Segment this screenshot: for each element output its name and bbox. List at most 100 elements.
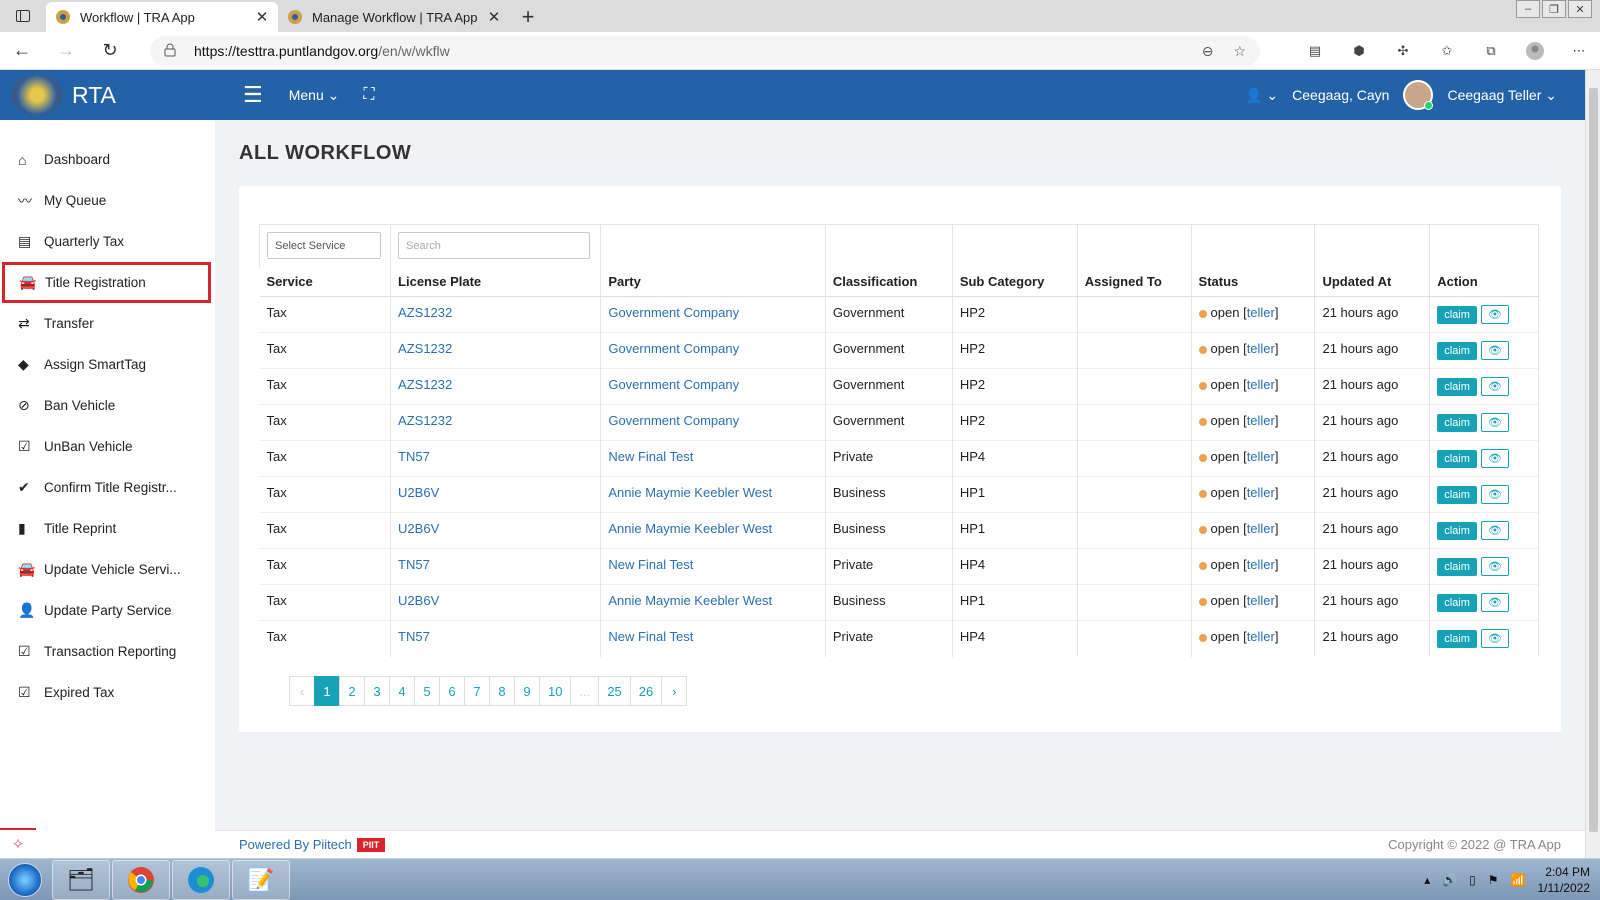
show-hidden-icons-icon[interactable]: ▴ [1424,873,1430,887]
page-link[interactable]: 6 [439,676,465,706]
license-plate-link[interactable]: TN57 [398,557,430,572]
sidebar-item-update-vehicle-service[interactable]: 🚘 Update Vehicle Servi... [0,549,215,590]
sidebar-item-expired-tax[interactable]: ☑ Expired Tax [0,672,215,713]
close-tab-icon[interactable]: ✕ [486,8,502,26]
license-plate-link[interactable]: AZS1232 [398,413,452,428]
extensions-icon[interactable]: ✣ [1392,40,1414,62]
scrollbar-thumb[interactable] [1589,88,1598,832]
party-link[interactable]: Government Company [608,377,739,392]
avatar[interactable] [1403,80,1434,110]
view-eye-icon[interactable]: 👁 [1480,341,1509,360]
close-tab-icon[interactable]: ✕ [254,8,270,26]
fullscreen-icon[interactable]: ⛶ [363,86,374,104]
page-link[interactable]: 7 [464,676,490,706]
edge-icon[interactable] [172,859,230,900]
sidebar-item-assign-smarttag[interactable]: ◆ Assign SmartTag [0,344,215,385]
close-window-icon[interactable]: ✕ [1568,0,1592,18]
sidebar-item-title-reprint[interactable]: ▮ Title Reprint [0,508,215,549]
brand[interactable]: RTA [0,70,215,120]
add-favorite-icon[interactable]: ☆ [1233,43,1246,60]
column-header[interactable]: Classification [825,266,953,297]
device-icon[interactable]: ▯ [1469,873,1476,887]
sidebar-item-update-party-service[interactable]: 👤 Update Party Service [0,590,215,631]
claim-button[interactable]: claim [1437,557,1477,576]
party-link[interactable]: Government Company [608,413,739,428]
view-eye-icon[interactable]: 👁 [1480,593,1509,612]
start-button[interactable] [0,860,50,900]
column-header[interactable]: Status [1191,266,1316,297]
page-link[interactable]: 3 [364,676,390,706]
party-link[interactable]: New Final Test [608,557,693,572]
reading-list-icon[interactable]: ▤ [1304,40,1326,62]
page-link[interactable]: 26 [629,676,663,706]
party-link[interactable]: Annie Maymie Keebler West [608,521,772,536]
license-plate-link[interactable]: U2B6V [398,485,439,500]
page-link[interactable]: 10 [539,676,572,706]
role-link[interactable]: teller [1247,629,1275,644]
forward-icon[interactable]: → [44,32,88,70]
party-link[interactable]: New Final Test [608,449,693,464]
clock[interactable]: 2:04 PM 1/11/2022 [1538,864,1591,896]
more-options-icon[interactable]: ⋯ [1568,40,1590,62]
select-service-dropdown[interactable]: Select Service [267,232,381,260]
page-link[interactable]: 25 [598,676,631,706]
page-link[interactable]: 9 [514,676,540,706]
sidebar-item-dashboard[interactable]: ⌂ Dashboard [0,139,215,180]
party-link[interactable]: New Final Test [608,629,693,644]
view-eye-icon[interactable]: 👁 [1480,485,1509,504]
view-eye-icon[interactable]: 👁 [1480,521,1509,540]
role-link[interactable]: teller [1247,485,1275,500]
chrome-icon[interactable] [112,859,170,900]
next-page-button[interactable]: › [661,676,688,706]
license-plate-link[interactable]: AZS1232 [398,341,452,356]
network-error-icon[interactable]: ⚑ [1488,873,1499,887]
column-header[interactable]: License Plate [390,266,602,297]
role-link[interactable]: teller [1247,305,1275,320]
url-bar[interactable]: https://testtra.puntlandgov.org/en/w/wkf… [150,36,1260,66]
claim-button[interactable]: claim [1437,413,1477,432]
view-eye-icon[interactable]: 👁 [1480,449,1509,468]
user-menu-toggle[interactable]: 👤 ⌄ [1245,87,1278,104]
column-header[interactable]: Updated At [1314,266,1431,297]
sidebar-item-ban-vehicle[interactable]: ⊘ Ban Vehicle [0,385,215,426]
search-input[interactable]: Search [398,232,591,260]
page-link[interactable]: 4 [389,676,415,706]
column-header[interactable]: Assigned To [1077,266,1192,297]
sidebar-item-my-queue[interactable]: 〰 My Queue [0,180,215,221]
page-link[interactable]: 5 [414,676,440,706]
role-link[interactable]: teller [1247,521,1275,536]
minimize-icon[interactable]: – [1516,0,1540,18]
prev-page-button[interactable]: ‹ [289,676,315,706]
column-header[interactable]: Party [600,266,826,297]
file-explorer-icon[interactable]: 🗂 [52,859,110,900]
role-link[interactable]: teller [1247,449,1275,464]
back-icon[interactable]: ← [0,32,44,70]
refresh-icon[interactable]: ↻ [88,32,132,70]
view-eye-icon[interactable]: 👁 [1480,305,1509,324]
page-link[interactable]: 1 [314,676,340,706]
role-link[interactable]: teller [1247,593,1275,608]
menu-dropdown[interactable]: Menu ⌄ [289,87,340,104]
restore-icon[interactable]: ❐ [1542,0,1566,18]
shield-extension-icon[interactable]: ⬢ [1348,40,1370,62]
signal-icon[interactable]: 📶 [1511,873,1526,887]
claim-button[interactable]: claim [1437,341,1477,360]
volume-icon[interactable]: 🔊 [1442,873,1457,887]
favorites-icon[interactable]: ✩ [1436,40,1458,62]
column-header[interactable]: Sub Category [952,266,1078,297]
view-eye-icon[interactable]: 👁 [1480,377,1509,396]
browser-tab-manage-workflow[interactable]: Manage Workflow | TRA App ✕ [278,2,510,32]
claim-button[interactable]: claim [1437,377,1477,396]
sidebar-item-quarterly-tax[interactable]: ▤ Quarterly Tax [0,221,215,262]
sidebar-item-unban-vehicle[interactable]: ☑ UnBan Vehicle [0,426,215,467]
column-header[interactable]: Service [259,266,392,297]
new-tab-button[interactable]: + [510,2,546,32]
license-plate-link[interactable]: TN57 [398,449,430,464]
page-link[interactable]: 2 [339,676,365,706]
sidebar-item-transfer[interactable]: ⇄ Transfer [0,303,215,344]
sidebar-item-confirm-title-registration[interactable]: ✔ Confirm Title Registr... [0,467,215,508]
tab-actions-icon[interactable] [0,0,46,32]
sidebar-item-transaction-reporting[interactable]: ☑ Transaction Reporting [0,631,215,672]
page-link[interactable]: 8 [489,676,515,706]
sidebar-item-title-registration[interactable]: 🚘 Title Registration [2,262,211,303]
